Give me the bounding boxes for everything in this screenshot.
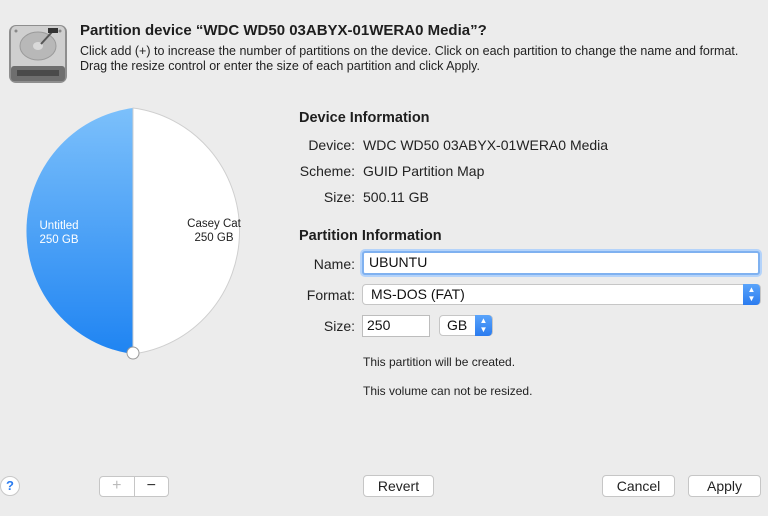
remove-partition-button[interactable]: − [135, 477, 169, 496]
cancel-button[interactable]: Cancel [602, 475, 675, 497]
scheme-value: GUID Partition Map [363, 163, 485, 179]
chevron-updown-icon: ▲ ▼ [475, 315, 492, 336]
hard-disk-icon [8, 22, 68, 86]
format-value: MS-DOS (FAT) [371, 286, 465, 302]
size-value: 500.11 GB [363, 189, 429, 205]
format-label: Format: [306, 287, 355, 303]
name-label: Name: [313, 256, 355, 272]
device-value: WDC WD50 03ABYX-01WERA0 Media [363, 137, 609, 153]
resize-note: This volume can not be resized. [363, 384, 533, 398]
dialog-description: Click add (+) to increase the number of … [80, 44, 739, 73]
help-icon[interactable]: ? [0, 476, 20, 496]
partition-size: 250 GB [39, 234, 79, 246]
device-row: Device: WDC WD50 03ABYX-01WERA0 Media [299, 137, 608, 153]
size-input[interactable]: 250 [362, 315, 430, 337]
size-label: Size: [323, 189, 355, 205]
partition-name: Casey Cat [187, 218, 241, 230]
add-partition-button[interactable]: + [100, 477, 135, 496]
partition-created-note: This partition will be created. [363, 355, 516, 369]
partition-size-label: Size: [323, 318, 355, 334]
revert-button[interactable]: Revert [363, 475, 434, 497]
unit-value: GB [447, 317, 468, 333]
scheme-row: Scheme: GUID Partition Map [299, 163, 485, 179]
partition-size: 250 GB [194, 232, 234, 244]
device-info-title: Device Information [299, 110, 430, 126]
dialog-header: Partition device “WDC WD50 03ABYX-01WERA… [0, 0, 768, 110]
chevron-updown-icon: ▲ ▼ [743, 284, 760, 305]
format-select[interactable]: MS-DOS (FAT) ▲ ▼ [362, 284, 761, 305]
add-remove-control: + − [99, 476, 169, 497]
apply-button[interactable]: Apply [688, 475, 761, 497]
device-label: Device: [308, 137, 355, 153]
scheme-label: Scheme: [299, 163, 355, 179]
resize-handle[interactable] [126, 346, 140, 360]
unit-select[interactable]: GB ▲ ▼ [439, 315, 493, 336]
partition-pie-chart[interactable]: Untitled 250 GB Casey Cat 250 GB [6, 102, 262, 364]
size-row: Size: 500.11 GB [299, 189, 429, 205]
name-input[interactable]: UBUNTU [362, 251, 760, 275]
pie-label-casey-cat: Casey Cat 250 GB [174, 217, 254, 245]
pie-label-untitled: Untitled 250 GB [28, 219, 90, 247]
partition-info-title: Partition Information [299, 228, 442, 244]
partition-name: Untitled [39, 220, 79, 232]
dialog-title: Partition device “WDC WD50 03ABYX-01WERA… [80, 22, 487, 39]
